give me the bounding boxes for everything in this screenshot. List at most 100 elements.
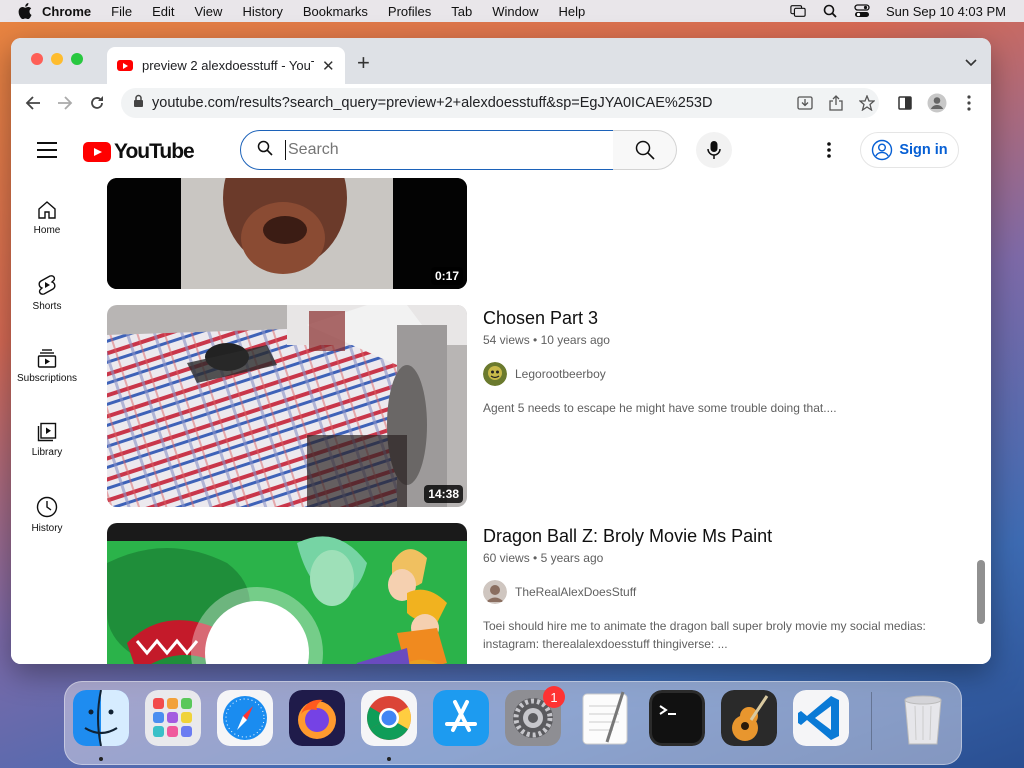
search-button[interactable] bbox=[613, 130, 677, 170]
firefox-icon[interactable] bbox=[289, 690, 345, 746]
textedit-icon[interactable] bbox=[577, 690, 633, 746]
lock-icon[interactable] bbox=[133, 94, 144, 112]
sidebar-item-shorts[interactable]: Shorts bbox=[11, 274, 83, 312]
thumbnail-image bbox=[107, 178, 467, 289]
video-duration: 14:38 bbox=[424, 485, 463, 503]
menu-window[interactable]: Window bbox=[492, 4, 538, 19]
spotlight-search-icon[interactable] bbox=[822, 4, 838, 18]
search-input[interactable] bbox=[285, 140, 590, 160]
menu-history[interactable]: History bbox=[242, 4, 282, 19]
history-icon bbox=[36, 496, 58, 518]
video-thumbnail[interactable] bbox=[107, 523, 467, 664]
bookmark-star-icon[interactable] bbox=[858, 94, 876, 115]
youtube-page: YouTube Sign in bbox=[11, 122, 991, 664]
address-bar[interactable]: youtube.com/results?search_query=preview… bbox=[121, 88, 879, 118]
reload-icon[interactable] bbox=[87, 93, 107, 113]
finder-icon[interactable] bbox=[73, 690, 129, 746]
control-center-icon[interactable] bbox=[854, 4, 870, 18]
close-window-button[interactable] bbox=[31, 53, 43, 65]
guide-menu-icon[interactable] bbox=[37, 142, 57, 158]
upload-age: 5 years ago bbox=[540, 551, 604, 565]
visual-studio-code-icon[interactable] bbox=[793, 690, 849, 746]
sidebar-item-home[interactable]: Home bbox=[11, 200, 83, 236]
back-arrow-icon[interactable] bbox=[23, 93, 43, 113]
tab-search-chevron-icon[interactable] bbox=[965, 54, 977, 72]
sidebar-item-library[interactable]: Library bbox=[11, 422, 83, 458]
sidebar-label-library: Library bbox=[31, 447, 63, 458]
account-circle-icon bbox=[872, 139, 893, 161]
safari-icon[interactable] bbox=[217, 690, 273, 746]
view-count: 54 views bbox=[483, 333, 530, 347]
view-count: 60 views bbox=[483, 551, 530, 565]
menu-profiles[interactable]: Profiles bbox=[388, 4, 431, 19]
trash-icon[interactable] bbox=[895, 690, 951, 746]
chrome-menu-kebab-icon[interactable] bbox=[959, 93, 979, 113]
subscriptions-icon bbox=[37, 349, 57, 368]
garageband-icon[interactable] bbox=[721, 690, 777, 746]
channel-link[interactable]: Legorootbeerboy bbox=[483, 362, 606, 386]
launchpad-icon[interactable] bbox=[145, 690, 201, 746]
profile-avatar-icon[interactable] bbox=[927, 93, 947, 113]
apple-logo-icon[interactable] bbox=[18, 3, 32, 19]
finder-running-indicator bbox=[99, 757, 103, 761]
zoom-window-button[interactable] bbox=[71, 53, 83, 65]
browser-tab-active[interactable]: preview 2 alexdoesstuff - YouTube ✕ bbox=[107, 47, 345, 84]
tab-title: preview 2 alexdoesstuff - YouTube bbox=[142, 58, 314, 73]
screen-mirroring-icon[interactable] bbox=[790, 4, 806, 18]
menu-edit[interactable]: Edit bbox=[152, 4, 174, 19]
tab-strip: preview 2 alexdoesstuff - YouTube ✕ + bbox=[11, 38, 991, 84]
share-icon[interactable] bbox=[829, 95, 843, 115]
sidebar-label-home: Home bbox=[33, 225, 61, 236]
youtube-favicon-icon bbox=[117, 60, 133, 71]
video-thumbnail[interactable]: 0:17 bbox=[107, 178, 467, 289]
youtube-logo[interactable]: YouTube bbox=[83, 140, 195, 164]
youtube-play-logo-icon bbox=[83, 142, 111, 162]
video-thumbnail[interactable]: 14:38 bbox=[107, 305, 467, 507]
video-title[interactable]: Dragon Ball Z: Broly Movie Ms Paint bbox=[483, 526, 772, 547]
menu-tab[interactable]: Tab bbox=[451, 4, 472, 19]
side-panel-icon[interactable] bbox=[895, 93, 915, 113]
macos-menu-bar: Chrome File Edit View History Bookmarks … bbox=[0, 0, 1024, 22]
menu-app-name[interactable]: Chrome bbox=[42, 4, 91, 19]
search-icon bbox=[635, 140, 655, 160]
dock-separator bbox=[871, 692, 872, 750]
guide-sidebar: Home Shorts Subscriptions Library Histor… bbox=[11, 178, 83, 664]
settings-kebab-icon[interactable] bbox=[827, 142, 831, 163]
search-inline-icon bbox=[257, 140, 273, 161]
minimize-window-button[interactable] bbox=[51, 53, 63, 65]
youtube-header: YouTube Sign in bbox=[11, 122, 991, 178]
chrome-icon[interactable] bbox=[361, 690, 417, 746]
sign-in-label: Sign in bbox=[899, 142, 948, 158]
browser-toolbar: youtube.com/results?search_query=preview… bbox=[11, 84, 991, 123]
voice-search-button[interactable] bbox=[696, 132, 732, 168]
chrome-window: preview 2 alexdoesstuff - YouTube ✕ + yo… bbox=[11, 38, 991, 664]
install-app-icon[interactable] bbox=[797, 96, 813, 114]
menu-help[interactable]: Help bbox=[559, 4, 586, 19]
menu-view[interactable]: View bbox=[194, 4, 222, 19]
meta-separator: • bbox=[533, 551, 541, 565]
forward-arrow-icon[interactable] bbox=[55, 93, 75, 113]
new-tab-plus-icon[interactable]: + bbox=[357, 50, 370, 76]
search-results: 0:17 14:38 Chosen Part 3 54 views • 10 y… bbox=[107, 122, 967, 664]
app-store-icon[interactable] bbox=[433, 690, 489, 746]
menu-bookmarks[interactable]: Bookmarks bbox=[303, 4, 368, 19]
search-box[interactable] bbox=[240, 130, 614, 170]
thumbnail-image bbox=[107, 523, 467, 664]
tab-close-icon[interactable]: ✕ bbox=[322, 57, 335, 75]
menu-clock[interactable]: Sun Sep 10 4:03 PM bbox=[886, 4, 1006, 19]
menu-file[interactable]: File bbox=[111, 4, 132, 19]
shorts-icon bbox=[38, 275, 56, 295]
settings-notification-badge: 1 bbox=[543, 686, 565, 708]
sign-in-button[interactable]: Sign in bbox=[860, 132, 959, 168]
meta-separator: • bbox=[533, 333, 541, 347]
channel-name: Legorootbeerboy bbox=[515, 367, 606, 381]
channel-avatar bbox=[483, 580, 507, 604]
upload-age: 10 years ago bbox=[540, 333, 610, 347]
sidebar-item-history[interactable]: History bbox=[11, 496, 83, 534]
channel-name: TheRealAlexDoesStuff bbox=[515, 585, 637, 599]
terminal-icon[interactable] bbox=[649, 690, 705, 746]
channel-link[interactable]: TheRealAlexDoesStuff bbox=[483, 580, 636, 604]
video-title[interactable]: Chosen Part 3 bbox=[483, 308, 598, 329]
page-scrollbar[interactable] bbox=[977, 560, 985, 624]
sidebar-item-subscriptions[interactable]: Subscriptions bbox=[11, 348, 83, 384]
